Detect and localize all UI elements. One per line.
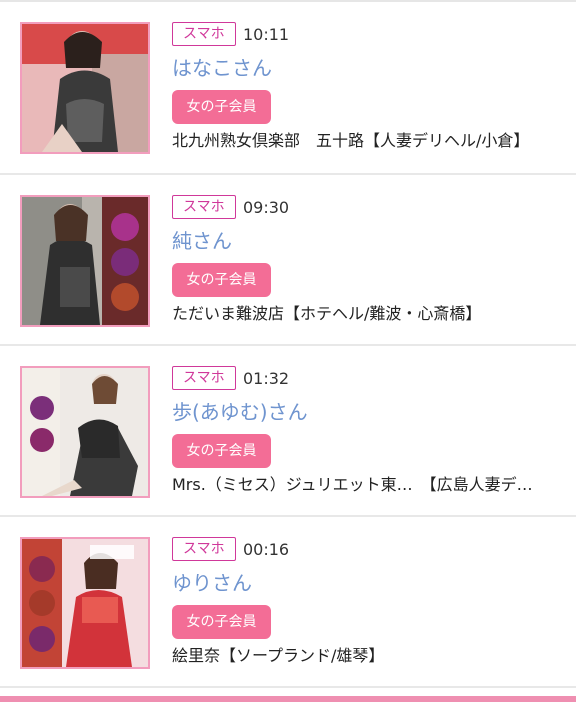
list-item[interactable]: スマホ 00:16 ゆりさん 女の子会員 絵里奈【ソープランド/雄琴】 bbox=[0, 517, 576, 688]
shop-name: 絵里奈【ソープランド/雄琴】 bbox=[172, 646, 385, 665]
member-name-link[interactable]: はなこさん bbox=[172, 54, 272, 82]
login-time: 10:11 bbox=[243, 25, 290, 44]
login-time: 00:16 bbox=[243, 540, 290, 559]
list-item[interactable]: スマホ 01:32 歩(あゆむ)さん 女の子会員 Mrs.（ミセス）ジュリエット… bbox=[0, 346, 576, 517]
member-photo[interactable] bbox=[20, 195, 150, 327]
device-tag: スマホ bbox=[172, 537, 236, 561]
shop-name: 北九州熟女倶楽部 五十路【人妻デリヘル/小倉】 bbox=[172, 131, 530, 150]
device-tag: スマホ bbox=[172, 366, 236, 390]
shop-name: ただいま難波店【ホテヘル/難波・心斎橋】 bbox=[172, 304, 482, 323]
member-badge: 女の子会員 bbox=[172, 605, 271, 639]
login-time: 01:32 bbox=[243, 369, 290, 388]
device-tag: スマホ bbox=[172, 22, 236, 46]
member-name-link[interactable]: 歩(あゆむ)さん bbox=[172, 398, 308, 426]
bottom-accent-bar bbox=[0, 696, 576, 702]
device-tag: スマホ bbox=[172, 195, 236, 219]
member-photo[interactable] bbox=[20, 366, 150, 498]
login-time: 09:30 bbox=[243, 198, 290, 217]
member-photo[interactable] bbox=[20, 537, 150, 669]
list-item[interactable]: スマホ 09:30 純さん 女の子会員 ただいま難波店【ホテヘル/難波・心斎橋】 bbox=[0, 175, 576, 346]
member-badge: 女の子会員 bbox=[172, 90, 271, 124]
list-item[interactable]: スマホ 10:11 はなこさん 女の子会員 北九州熟女倶楽部 五十路【人妻デリヘ… bbox=[0, 2, 576, 175]
member-badge: 女の子会員 bbox=[172, 434, 271, 468]
member-name-link[interactable]: ゆりさん bbox=[172, 569, 252, 597]
member-name-link[interactable]: 純さん bbox=[172, 227, 232, 255]
shop-name: Mrs.（ミセス）ジュリエット東… 【広島人妻デ… bbox=[172, 475, 533, 494]
member-badge: 女の子会員 bbox=[172, 263, 271, 297]
member-photo[interactable] bbox=[20, 22, 150, 154]
member-list: スマホ 10:11 はなこさん 女の子会員 北九州熟女倶楽部 五十路【人妻デリヘ… bbox=[0, 2, 576, 688]
